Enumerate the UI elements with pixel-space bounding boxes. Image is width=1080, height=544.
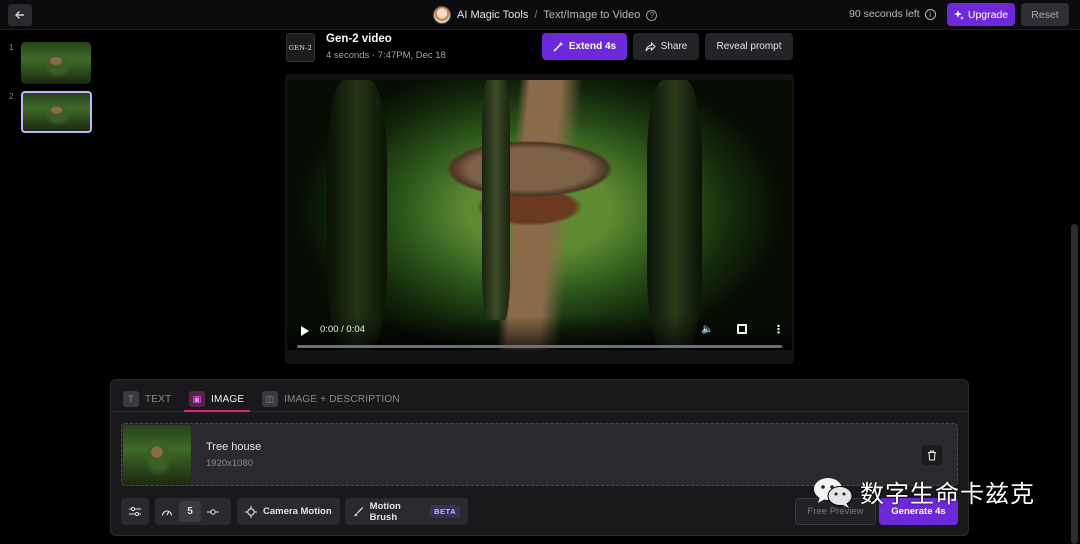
thumbnail-index: 2 (9, 92, 14, 101)
tab-image-description[interactable]: ◫ IMAGE + DESCRIPTION (262, 388, 400, 410)
breadcrumb-separator: / (534, 9, 538, 21)
avatar[interactable] (433, 6, 451, 24)
uploaded-image-thumbnail (123, 425, 191, 485)
video-progress-bar[interactable] (297, 345, 782, 348)
page-scrollbar[interactable] (1071, 224, 1078, 544)
tab-image-label: IMAGE (211, 393, 245, 405)
upgrade-label: Upgrade (967, 8, 1009, 21)
reveal-prompt-button[interactable]: Reveal prompt (705, 33, 793, 60)
image-description-icon: ◫ (262, 391, 278, 407)
breadcrumb-app[interactable]: AI Magic Tools (457, 9, 528, 21)
camera-motion-icon (245, 505, 257, 518)
image-name: Tree house (206, 441, 262, 453)
active-tab-indicator (184, 410, 250, 412)
video-time: 0:00 / 0:04 (320, 324, 365, 335)
help-icon[interactable]: ? (646, 9, 658, 21)
tab-text[interactable]: T TEXT (123, 388, 171, 410)
text-icon: T (123, 391, 139, 407)
video-controls: 0:00 / 0:04 🔈 ⋮ (287, 316, 792, 350)
image-dimensions: 1920x1080 (206, 458, 254, 469)
upgrade-button[interactable]: Upgrade (947, 3, 1015, 26)
tree-trunk-right (647, 80, 702, 350)
delete-image-button[interactable] (922, 445, 942, 465)
volume-icon[interactable]: 🔈 (701, 324, 713, 335)
image-icon: ▣ (189, 391, 205, 407)
tab-image[interactable]: ▣ IMAGE (189, 388, 244, 410)
video-title: Gen-2 video (326, 33, 392, 45)
beta-badge: BETA (430, 505, 460, 518)
fullscreen-icon[interactable] (737, 324, 747, 334)
video-frame[interactable]: 0:00 / 0:04 🔈 ⋮ (287, 80, 792, 350)
tab-image-description-label: IMAGE + DESCRIPTION (284, 393, 400, 405)
motion-brush-label: Motion Brush (369, 500, 401, 523)
settings-button[interactable] (121, 498, 149, 525)
brush-icon (354, 506, 364, 516)
tab-text-label: TEXT (145, 393, 172, 405)
extend-button[interactable]: Extend 4s (542, 33, 627, 60)
tree-trunk-center (482, 80, 510, 320)
sliders-icon (129, 506, 141, 517)
video-meta: 4 seconds · 7:47PM, Dec 18 (326, 50, 446, 61)
time-left-text: 90 seconds left (849, 8, 920, 20)
sparkle-icon (953, 9, 964, 20)
wechat-logo-icon (814, 477, 853, 508)
trash-icon (928, 449, 936, 461)
watermark: 数字生命卡兹克 (812, 474, 1035, 509)
back-button[interactable] (8, 4, 32, 26)
breadcrumb-page: Text/Image to Video (543, 9, 641, 21)
speed-value[interactable]: 5 (179, 501, 201, 522)
extend-label: Extend 4s (568, 41, 617, 52)
magic-wand-icon (553, 41, 564, 52)
video-player: 0:00 / 0:04 🔈 ⋮ (285, 74, 794, 364)
info-icon[interactable]: i (924, 8, 936, 20)
motion-slider-icon (207, 508, 219, 515)
generation-panel: T TEXT ▣ IMAGE ◫ IMAGE + DESCRIPTION Tre… (110, 379, 969, 536)
reset-button[interactable]: Reset (1021, 3, 1069, 26)
share-label: Share (660, 41, 688, 52)
thumbnail-index: 1 (9, 43, 14, 52)
more-options-icon[interactable]: ⋮ (773, 323, 784, 336)
speed-control[interactable]: 5 (155, 498, 231, 525)
time-left: 90 seconds left i (849, 8, 936, 20)
gauge-icon (161, 509, 173, 516)
share-icon (645, 41, 656, 51)
play-icon[interactable] (301, 326, 309, 336)
camera-motion-button[interactable]: Camera Motion (237, 498, 340, 525)
motion-brush-button[interactable]: Motion Brush BETA (345, 498, 468, 525)
tree-trunk-left (327, 80, 387, 350)
camera-motion-label: Camera Motion (263, 506, 332, 517)
breadcrumb: AI Magic Tools / Text/Image to Video ? (433, 6, 658, 24)
share-button[interactable]: Share (633, 33, 699, 60)
watermark-text: 数字生命卡兹克 (860, 480, 1035, 508)
arrow-left-icon (15, 11, 24, 19)
video-thumbnail[interactable] (21, 42, 91, 84)
video-thumbnail-selected[interactable] (21, 91, 92, 133)
gen2-logo: GEN-2 (286, 33, 315, 62)
